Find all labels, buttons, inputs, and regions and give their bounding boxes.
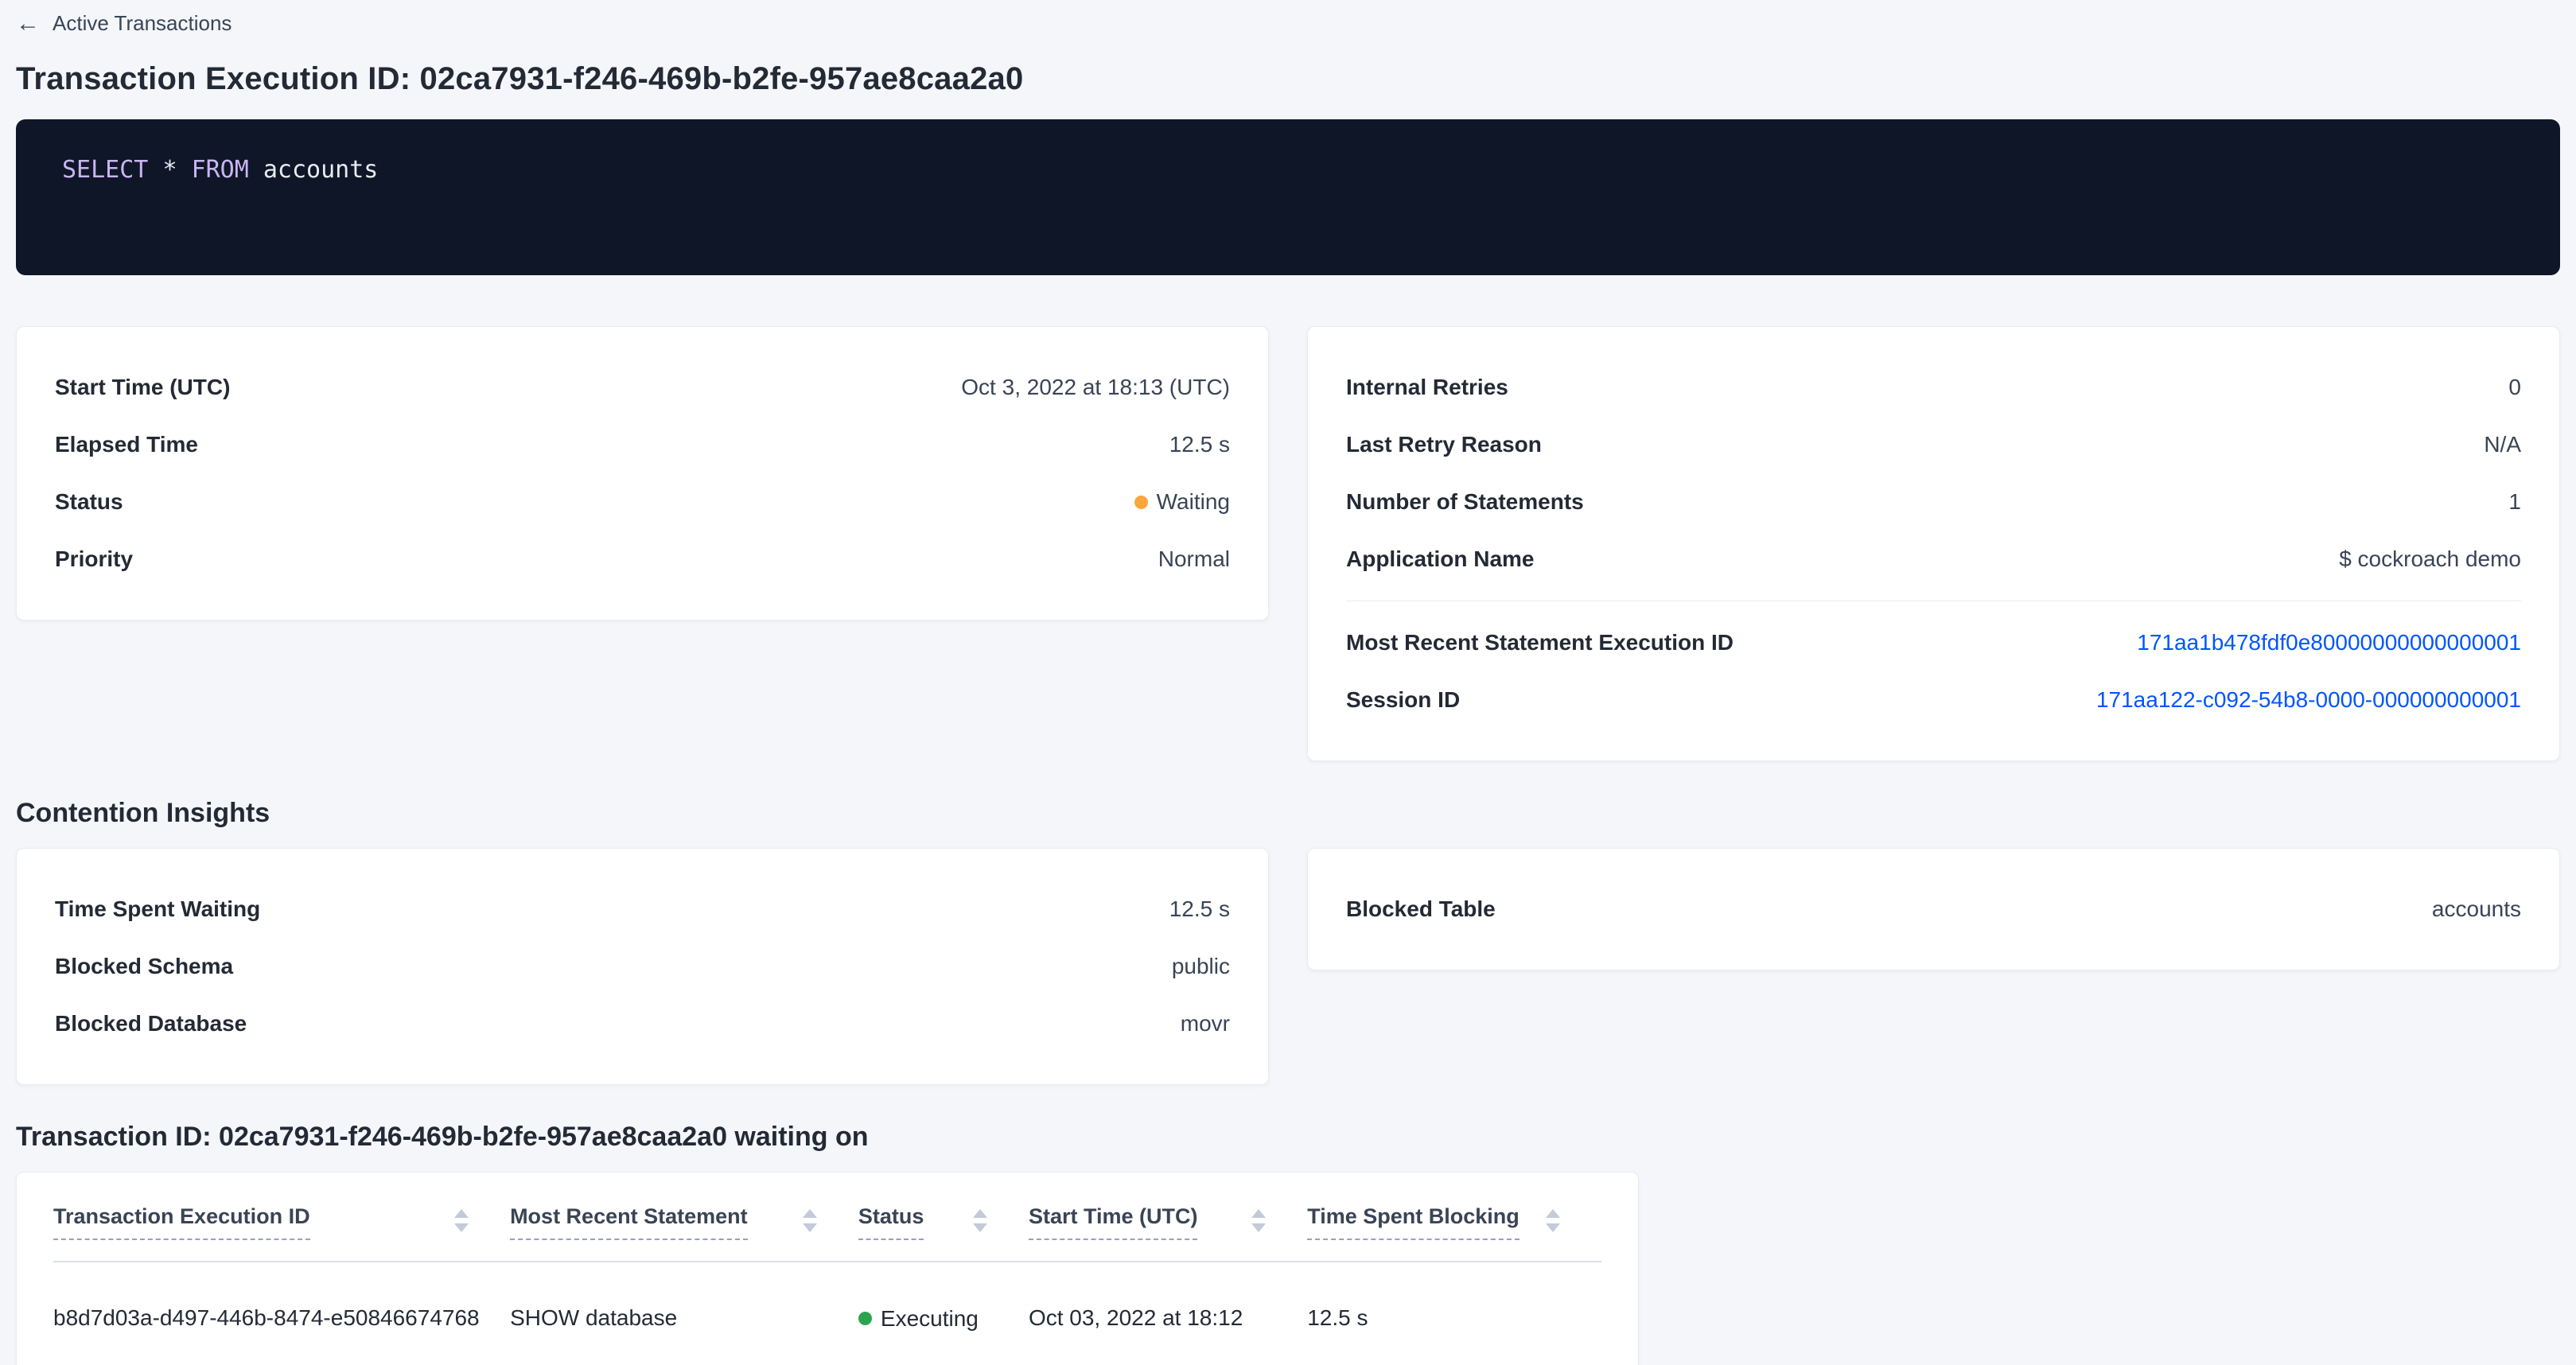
last-retry-reason-row: Last Retry Reason N/A [1346,416,2521,473]
column-header-most-recent-statement[interactable]: Most Recent Statement [510,1172,858,1262]
executing-status-dot-icon [858,1312,872,1325]
blocked-table-value: accounts [2432,896,2521,922]
blocked-database-row: Blocked Database movr [55,995,1230,1052]
application-name-label: Application Name [1346,546,1534,572]
cell-status: Executing [858,1262,1029,1365]
sort-icon[interactable] [803,1209,817,1232]
column-label: Transaction Execution ID [53,1204,310,1240]
column-label: Most Recent Statement [510,1204,748,1240]
back-arrow-icon: ← [16,12,40,36]
blocked-schema-row: Blocked Schema public [55,938,1230,995]
session-id-link[interactable]: 171aa122-c092-54b8-0000-000000000001 [2096,687,2521,713]
blocked-table-row: Blocked Table accounts [1346,881,2521,938]
last-retry-reason-label: Last Retry Reason [1346,432,1542,457]
time-spent-waiting-value: 12.5 s [1169,896,1230,922]
blocked-schema-value: public [1172,954,1230,979]
contention-waiting-card: Time Spent Waiting 12.5 s Blocked Schema… [16,848,1269,1085]
column-header-status[interactable]: Status [858,1172,1029,1262]
number-of-statements-label: Number of Statements [1346,489,1584,515]
priority-label: Priority [55,546,133,572]
page-title: Transaction Execution ID: 02ca7931-f246-… [16,61,2560,97]
column-label: Start Time (UTC) [1029,1204,1198,1240]
table-row: b8d7d03a-d497-446b-8474-e50846674768 SHO… [53,1262,1601,1365]
blocked-database-label: Blocked Database [55,1011,247,1036]
table-header-row: Transaction Execution ID Most Recent Sta… [53,1172,1601,1262]
internal-retries-row: Internal Retries 0 [1346,359,2521,416]
application-name-value: $ cockroach demo [2339,546,2521,572]
time-spent-waiting-row: Time Spent Waiting 12.5 s [55,881,1230,938]
last-retry-reason-value: N/A [2484,432,2521,457]
blocked-database-value: movr [1181,1011,1230,1036]
transaction-details-page: ← Active Transactions Transaction Execut… [0,0,2576,1365]
column-label: Status [858,1204,924,1240]
waiting-status-dot-icon [1134,496,1148,509]
application-name-row: Application Name $ cockroach demo [1346,531,2521,588]
statement-execution-id-row: Most Recent Statement Execution ID 171aa… [1346,614,2521,671]
priority-row: Priority Normal [55,531,1230,588]
statement-execution-id-label: Most Recent Statement Execution ID [1346,630,1734,655]
start-time-value: Oct 3, 2022 at 18:13 (UTC) [961,375,1230,400]
contention-blocked-table-card: Blocked Table accounts [1307,848,2560,970]
elapsed-time-row: Elapsed Time 12.5 s [55,416,1230,473]
start-time-label: Start Time (UTC) [55,375,230,400]
sort-icon[interactable] [973,1209,987,1232]
blocked-schema-label: Blocked Schema [55,954,233,979]
sql-keyword-select: SELECT [62,156,162,184]
status-value: Waiting [1134,489,1230,515]
column-label: Time Spent Blocking [1307,1204,1520,1240]
sort-icon[interactable] [1546,1209,1560,1232]
number-of-statements-row: Number of Statements 1 [1346,473,2521,531]
internal-retries-label: Internal Retries [1346,375,1508,400]
cell-status-text: Executing [881,1306,979,1332]
cell-most-recent-statement: SHOW database [510,1262,858,1365]
contention-insights-title: Contention Insights [16,798,2560,829]
transaction-details-card: Internal Retries 0 Last Retry Reason N/A… [1307,326,2560,761]
back-link-label: Active Transactions [53,11,232,36]
statement-execution-id-link[interactable]: 171aa1b478fdf0e80000000000000001 [2137,630,2521,655]
elapsed-time-label: Elapsed Time [55,432,198,457]
cell-transaction-execution-id: b8d7d03a-d497-446b-8474-e50846674768 [53,1262,510,1365]
session-id-row: Session ID 171aa122-c092-54b8-0000-00000… [1346,671,2521,729]
sql-statement-box: SELECT * FROM accounts [16,119,2560,275]
priority-value: Normal [1158,546,1230,572]
session-id-label: Session ID [1346,687,1460,713]
sql-table-name: accounts [263,156,379,184]
sort-icon[interactable] [1251,1209,1266,1232]
sort-icon[interactable] [454,1209,469,1232]
contention-cards-row: Time Spent Waiting 12.5 s Blocked Schema… [16,848,2560,1085]
internal-retries-value: 0 [2508,375,2521,400]
back-link[interactable]: ← Active Transactions [16,11,232,36]
sql-keyword-from: FROM [192,156,263,184]
cell-start-time: Oct 03, 2022 at 18:12 [1029,1262,1307,1365]
cell-time-spent-blocking: 12.5 s [1307,1262,1601,1365]
column-header-time-spent-blocking[interactable]: Time Spent Blocking [1307,1172,1601,1262]
status-text: Waiting [1157,489,1230,515]
waiting-on-title: Transaction ID: 02ca7931-f246-469b-b2fe-… [16,1122,2560,1153]
waiting-transactions-table: Transaction Execution ID Most Recent Sta… [53,1172,1601,1365]
column-header-transaction-execution-id[interactable]: Transaction Execution ID [53,1172,510,1262]
status-row: Status Waiting [55,473,1230,531]
time-spent-waiting-label: Time Spent Waiting [55,896,260,922]
column-header-start-time[interactable]: Start Time (UTC) [1029,1172,1307,1262]
summary-cards-row: Start Time (UTC) Oct 3, 2022 at 18:13 (U… [16,326,2560,761]
number-of-statements-value: 1 [2508,489,2521,515]
start-time-row: Start Time (UTC) Oct 3, 2022 at 18:13 (U… [55,359,1230,416]
blocked-table-label: Blocked Table [1346,896,1496,922]
status-label: Status [55,489,123,515]
transaction-summary-card: Start Time (UTC) Oct 3, 2022 at 18:13 (U… [16,326,1269,620]
waiting-transactions-table-card: Transaction Execution ID Most Recent Sta… [16,1172,1639,1365]
sql-operator-star: * [162,156,191,184]
elapsed-time-value: 12.5 s [1169,432,1230,457]
